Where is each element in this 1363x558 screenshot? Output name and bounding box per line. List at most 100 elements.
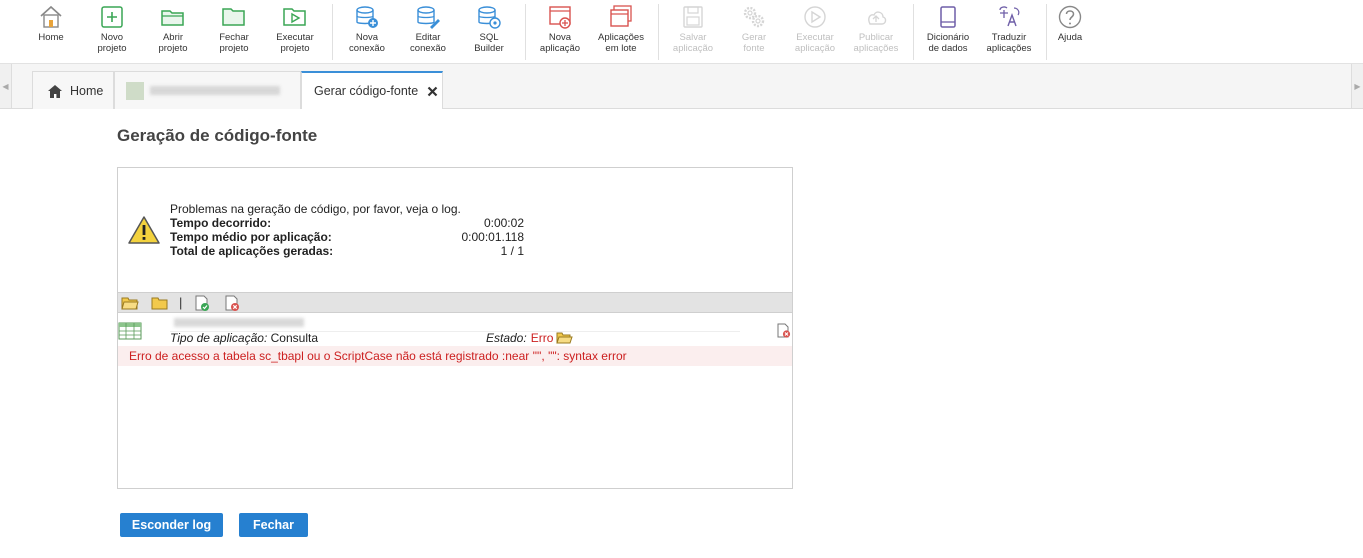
tab-generate-source-label: Gerar código-fonte: [314, 84, 419, 98]
tab-scroll-left-button[interactable]: ◀: [0, 64, 12, 108]
toolbar-open-project-button[interactable]: Abrir projeto: [143, 0, 203, 62]
error-document-icon[interactable]: [776, 323, 791, 338]
total-generated-label: Total de aplicações geradas:: [170, 244, 334, 258]
tab-project[interactable]: [114, 71, 301, 109]
toolbar-separator: [913, 4, 914, 60]
toolbar-label: Gerar: [741, 32, 767, 43]
toolbar-label: Salvar: [679, 32, 707, 43]
toolbar-sql-builder-button[interactable]: SQL Builder: [459, 0, 519, 62]
toolbar-separator: [332, 4, 333, 60]
main-toolbar: Home Novo projeto Abrir projeto Fechar p…: [0, 0, 1363, 64]
project-thumbnail: [126, 81, 144, 100]
toolbar-label: aplicação: [539, 43, 581, 54]
new-project-icon: [101, 6, 123, 28]
show-success-icon[interactable]: [193, 295, 211, 311]
project-name-blurred: [150, 86, 280, 95]
tab-home-label: Home: [70, 83, 104, 98]
toolbar-label: Executar: [796, 32, 834, 43]
toolbar-publish-applications-button[interactable]: Publicar aplicações: [846, 0, 906, 62]
toolbar-new-project-button[interactable]: Novo projeto: [82, 0, 142, 62]
home-icon: [40, 5, 62, 28]
log-toolbar: |: [118, 292, 792, 313]
toolbar-separator: [658, 4, 659, 60]
sql-builder-icon: [478, 6, 501, 29]
status-value: Erro: [530, 331, 554, 345]
toolbar-label: em lote: [605, 43, 637, 54]
toolbar-home-button[interactable]: Home: [21, 0, 81, 62]
tab-bar: ◀ Home Gerar código-fonte ▶: [0, 64, 1363, 109]
toolbar-label: Editar: [415, 32, 441, 43]
collapse-all-folder-icon[interactable]: [151, 295, 169, 311]
toolbar-edit-connection-button[interactable]: Editar conexão: [398, 0, 458, 62]
toolbar-label: Publicar: [858, 32, 894, 43]
batch-applications-icon: [610, 5, 632, 27]
application-type-label: Tipo de aplicação:: [170, 331, 268, 345]
caret-right-icon: ▶: [1354, 81, 1361, 91]
toolbar-label: Builder: [474, 43, 504, 54]
new-connection-icon: [356, 6, 378, 28]
toolbar-data-dictionary-button[interactable]: Dicionário de dados: [918, 0, 978, 62]
toolbar-label: aplicações: [853, 43, 899, 54]
toolbar-generate-source-button[interactable]: Gerar fonte: [724, 0, 784, 62]
caret-left-icon: ◀: [2, 81, 9, 91]
toolbar-label: Aplicações: [598, 32, 644, 43]
application-type: Tipo de aplicação: Consulta: [170, 331, 318, 345]
toolbar-separator: [525, 4, 526, 60]
elapsed-time-value: 0:00:02: [483, 216, 524, 230]
toolbar-label: de dados: [928, 43, 968, 54]
total-generated-value: 1 / 1: [500, 244, 524, 258]
toolbar-run-project-button[interactable]: Executar projeto: [265, 0, 325, 62]
toolbar-close-project-button[interactable]: Fechar projeto: [204, 0, 264, 62]
open-folder-icon[interactable]: [556, 331, 574, 345]
translate-icon: [999, 6, 1020, 27]
close-folder-icon: [222, 8, 245, 26]
warning-icon: [128, 216, 160, 244]
application-type-value: Consulta: [270, 331, 319, 345]
toolbar-label: Fechar: [219, 32, 249, 43]
close-button[interactable]: Fechar: [239, 513, 308, 537]
show-errors-icon[interactable]: [223, 295, 241, 311]
play-icon: [804, 6, 826, 28]
toolbar-label: Ajuda: [1057, 32, 1083, 43]
toolbar-label: Nova: [548, 32, 572, 43]
close-tab-icon[interactable]: [427, 86, 438, 97]
gears-icon: [743, 6, 765, 28]
toolbar-label: Dicionário: [926, 32, 970, 43]
tab-scroll-right-button[interactable]: ▶: [1351, 64, 1363, 108]
error-message: Erro de acesso a tabela sc_tbapl ou o Sc…: [118, 346, 792, 366]
toolbar-run-application-button[interactable]: Executar aplicação: [785, 0, 845, 62]
expand-all-folder-icon[interactable]: [121, 295, 139, 311]
toolbar-new-connection-button[interactable]: Nova conexão: [337, 0, 397, 62]
elapsed-time-label: Tempo decorrido:: [170, 216, 272, 230]
toolbar-label: aplicação: [672, 43, 714, 54]
toolbar-label: projeto: [97, 43, 127, 54]
toolbar-label: Novo: [100, 32, 124, 43]
dictionary-icon: [940, 6, 956, 28]
toolbar-label: projeto: [219, 43, 249, 54]
cloud-upload-icon: [868, 11, 887, 25]
toolbar-help-button[interactable]: Ajuda: [1040, 0, 1100, 62]
page-title: Geração de código-fonte: [117, 126, 318, 145]
toolbar-translate-applications-button[interactable]: Traduzir aplicações: [979, 0, 1039, 62]
toolbar-label: aplicação: [794, 43, 836, 54]
toolbar-home-label: Home: [38, 32, 64, 43]
toolbar-label: conexão: [349, 43, 385, 54]
save-icon: [683, 6, 703, 28]
toolbar-new-application-button[interactable]: Nova aplicação: [530, 0, 590, 62]
tab-home[interactable]: Home: [32, 71, 114, 109]
toolbar-batch-applications-button[interactable]: Aplicações em lote: [591, 0, 651, 62]
toolbar-label: SQL: [479, 32, 499, 43]
application-name-blurred: [174, 318, 304, 327]
toolbar-label: Executar: [276, 32, 314, 43]
average-time-label: Tempo médio por aplicação:: [170, 230, 332, 244]
open-folder-icon: [161, 10, 184, 26]
toolbar-save-application-button[interactable]: Salvar aplicação: [663, 0, 723, 62]
generation-result-panel: Problemas na geração de código, por favo…: [117, 167, 793, 489]
result-message: Problemas na geração de código, por favo…: [170, 202, 461, 216]
tab-generate-source[interactable]: Gerar código-fonte: [301, 71, 443, 109]
average-time-value: 0:00:01.118: [461, 230, 524, 244]
help-icon: [1058, 5, 1082, 29]
toolbar-label: aplicações: [986, 43, 1032, 54]
toolbar-label: projeto: [280, 43, 310, 54]
hide-log-button[interactable]: Esconder log: [120, 513, 223, 537]
